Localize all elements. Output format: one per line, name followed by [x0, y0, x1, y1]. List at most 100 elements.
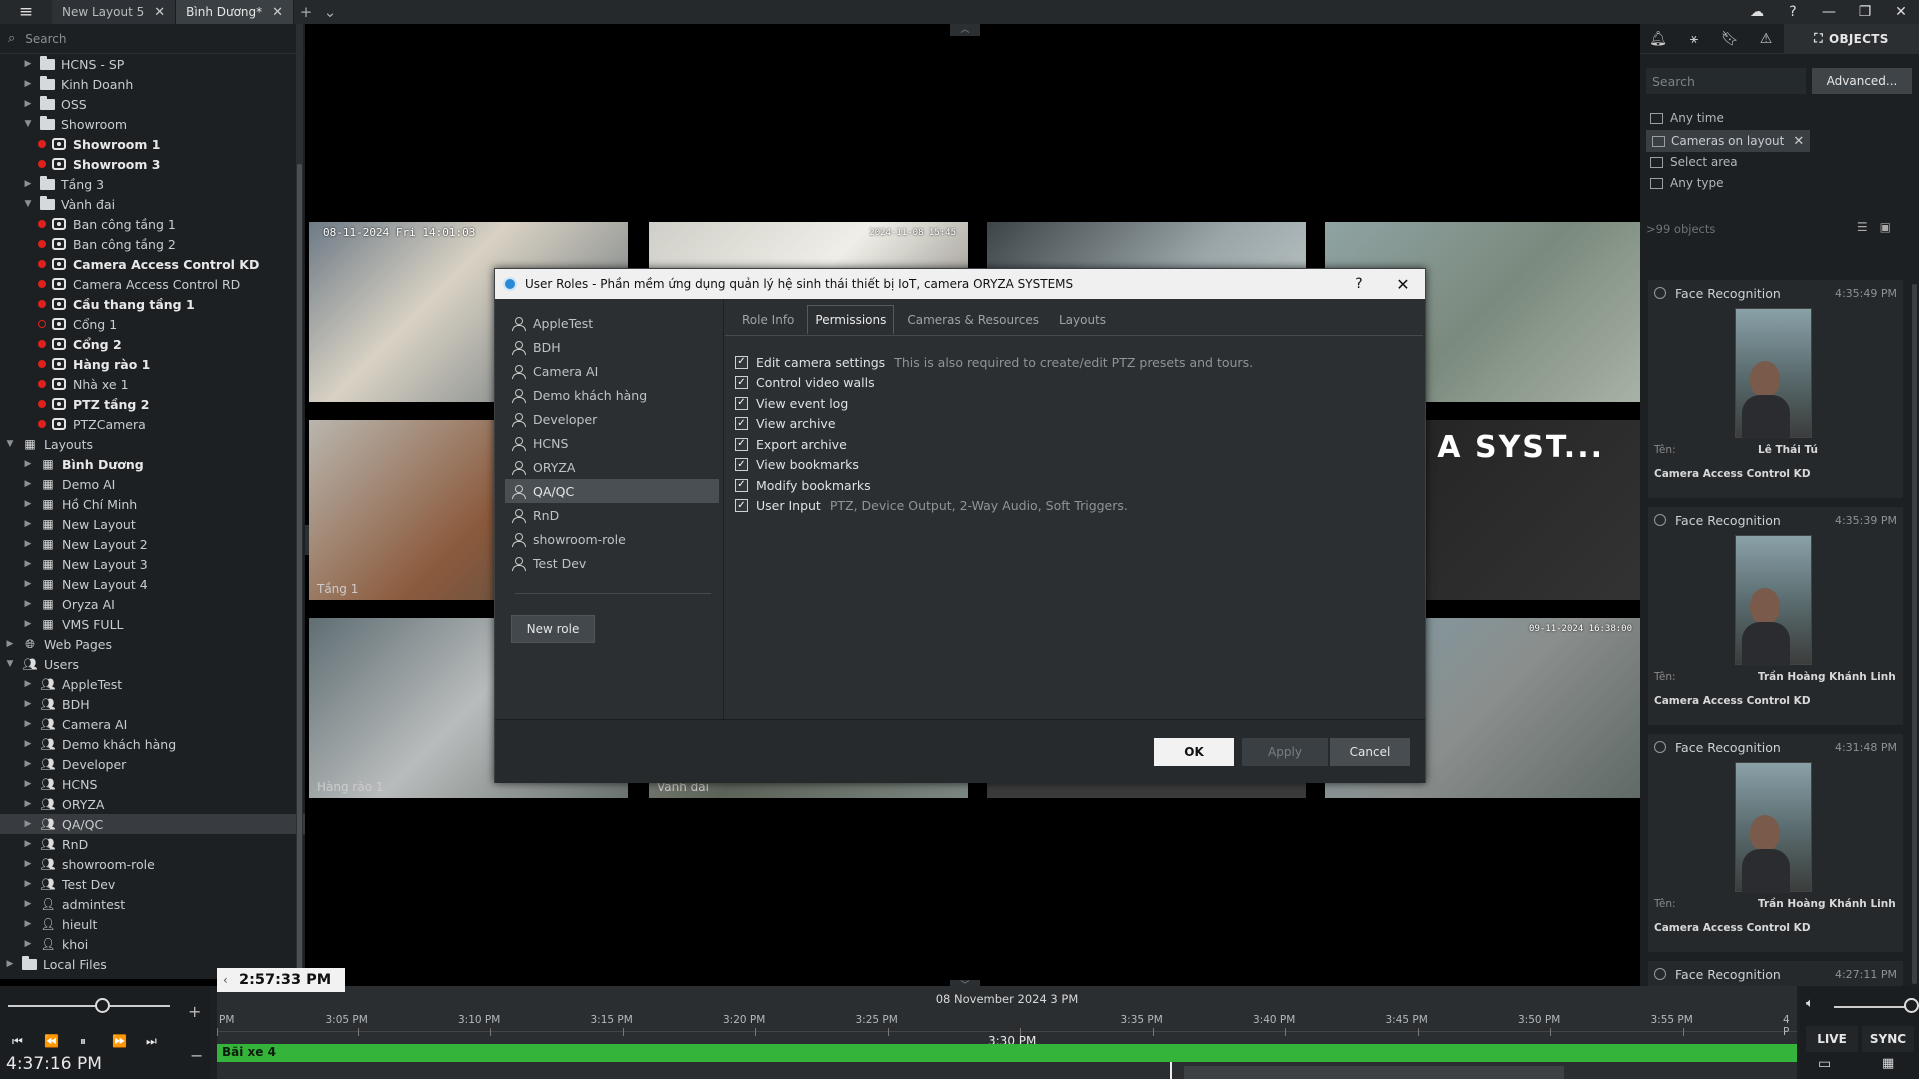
chevron-right-icon[interactable]: ▶ [22, 619, 34, 629]
role-item[interactable]: AppleTest [505, 311, 719, 335]
close-tab-icon[interactable]: ✕ [154, 5, 165, 20]
minimize-icon[interactable]: — [1811, 0, 1847, 24]
chevron-right-icon[interactable]: ▶ [22, 819, 34, 829]
role-item[interactable]: ORYZA [505, 455, 719, 479]
remove-filter-icon[interactable]: ✕ [1793, 134, 1804, 149]
role-item[interactable]: Demo khách hàng [505, 383, 719, 407]
tree-item[interactable]: ▶ ▦ Bình Dương [0, 454, 305, 474]
close-tab-icon[interactable]: ✕ [272, 5, 283, 20]
tab-binh-duong[interactable]: Bình Dương* ✕ [176, 0, 295, 24]
filter-select-area[interactable]: Select area [1650, 152, 1738, 172]
collapse-top-icon[interactable]: ︿ [950, 24, 980, 36]
speed-slider[interactable] [8, 1005, 170, 1007]
role-item[interactable]: BDH [505, 335, 719, 359]
fast-forward-icon[interactable]: ⏩ [112, 1034, 127, 1048]
chevron-down-icon[interactable]: ▼ [4, 439, 16, 449]
timeline-scrollbar[interactable] [1184, 1066, 1564, 1079]
new-role-button[interactable]: New role [511, 615, 595, 643]
chevron-right-icon[interactable]: ▶ [22, 539, 34, 549]
tree-item[interactable]: ▼ Showroom [0, 114, 305, 134]
speaker-icon[interactable]: 🔈︎ [1806, 996, 1814, 1011]
permission-checkbox[interactable]: ✓ [735, 499, 748, 512]
chevron-down-icon[interactable]: ▼ [4, 659, 16, 669]
thumbnails-icon[interactable]: ▭ [1818, 1056, 1831, 1072]
skip-end-icon[interactable]: ⏭ [146, 1034, 157, 1049]
tree-item[interactable]: ▶ 👥︎ AppleTest [0, 674, 305, 694]
tree-item[interactable]: ▶ ▦ Demo AI [0, 474, 305, 494]
slider-handle[interactable] [95, 998, 110, 1013]
tree-item[interactable]: PTZ tầng 2 [0, 394, 305, 414]
chevron-right-icon[interactable]: ▶ [22, 459, 34, 469]
chevron-right-icon[interactable]: ▶ [22, 579, 34, 589]
advanced-button[interactable]: Advanced... [1812, 68, 1912, 94]
chevron-right-icon[interactable]: ▶ [22, 479, 34, 489]
chevron-right-icon[interactable]: ▶ [22, 879, 34, 889]
zoom-out-icon[interactable]: − [190, 1046, 203, 1065]
resource-search[interactable]: ⌕ Search [0, 24, 305, 54]
tree-item[interactable]: Ban công tầng 2 [0, 234, 305, 254]
tree-item[interactable]: ▶ Tầng 3 [0, 174, 305, 194]
chevron-right-icon[interactable]: ▶ [22, 859, 34, 869]
tree-item[interactable]: ▶ ▦ New Layout 2 [0, 534, 305, 554]
ok-button[interactable]: OK [1154, 738, 1234, 766]
tree-item[interactable]: ▼ ▦ Layouts [0, 434, 305, 454]
tree-item[interactable]: ▶ Kinh Doanh [0, 74, 305, 94]
tree-item[interactable]: ▶ 👥︎ ORYZA [0, 794, 305, 814]
pause-icon[interactable]: ⏸ [80, 1034, 86, 1049]
tree-item[interactable]: ▶ ▦ Hồ Chí Minh [0, 494, 305, 514]
scrollbar-thumb[interactable] [297, 164, 302, 974]
chevron-right-icon[interactable]: ▶ [22, 679, 34, 689]
sync-button[interactable]: SYNC [1862, 1026, 1914, 1052]
timeline-cursor[interactable] [1170, 1062, 1172, 1079]
search-input[interactable]: Search [25, 32, 66, 46]
bookmark-icon[interactable]: 🔖︎ [1712, 24, 1748, 53]
tree-item[interactable]: ▶ 👥︎ showroom-role [0, 854, 305, 874]
tree-item[interactable]: ▶ OSS [0, 94, 305, 114]
role-item[interactable]: RnD [505, 503, 719, 527]
objects-search-input[interactable]: Search [1646, 68, 1806, 94]
rewind-icon[interactable]: ⏪ [44, 1034, 59, 1048]
tree-item[interactable]: ▶ 👤︎ khoi [0, 934, 305, 954]
tree-item[interactable]: ▶ 👤︎ admintest [0, 894, 305, 914]
tree-item[interactable]: Ban công tầng 1 [0, 214, 305, 234]
chevron-right-icon[interactable]: ▶ [22, 599, 34, 609]
face-thumbnail[interactable] [1735, 308, 1812, 439]
tree-item[interactable]: Cầu thang tầng 1 [0, 294, 305, 314]
tree-item[interactable]: ▶ 👥︎ Test Dev [0, 874, 305, 894]
tree-item[interactable]: Showroom 3 [0, 154, 305, 174]
chevron-right-icon[interactable]: ▶ [22, 179, 34, 189]
tree-item[interactable]: Cổng 2 [0, 334, 305, 354]
tab-cameras-resources[interactable]: Cameras & Resources [900, 305, 1046, 335]
chevron-right-icon[interactable]: ▶ [22, 519, 34, 529]
chevron-right-icon[interactable]: ▶ [22, 559, 34, 569]
tab-new-layout-5[interactable]: New Layout 5 ✕ [52, 0, 177, 24]
timeline-track-area[interactable]: 08 November 2024 3 PM PM 3:05 PM 3:10 PM 3:… [217, 986, 1816, 1079]
chevron-right-icon[interactable]: ▶ [22, 719, 34, 729]
tree-item[interactable]: ▶ ▦ New Layout [0, 514, 305, 534]
event-card[interactable]: Face Recognition 4:35:39 PM Tên: Trần Hoàng… [1648, 507, 1903, 725]
chevron-down-icon[interactable]: ⌄ [318, 0, 342, 24]
filter-any-type[interactable]: Any type [1650, 173, 1724, 193]
filter-any-time[interactable]: Any time [1650, 108, 1724, 128]
permission-checkbox[interactable]: ✓ [735, 417, 748, 430]
chevron-right-icon[interactable]: ▶ [22, 799, 34, 809]
events-scrollbar[interactable] [1912, 284, 1917, 984]
tree-item[interactable]: ▶ 👥︎ Camera AI [0, 714, 305, 734]
close-icon[interactable]: ✕ [1381, 275, 1425, 294]
tree-item[interactable]: Showroom 1 [0, 134, 305, 154]
chevron-right-icon[interactable]: ▶ [22, 759, 34, 769]
tree-item[interactable]: ▶ HCNS - SP [0, 54, 305, 74]
help-icon[interactable]: ? [1337, 276, 1381, 292]
chevron-right-icon[interactable]: ▶ [4, 959, 16, 969]
cancel-button[interactable]: Cancel [1330, 738, 1410, 766]
event-card[interactable]: Face Recognition 4:31:48 PM Tên: Trần Hoàng… [1648, 734, 1903, 952]
tree-item[interactable]: ▶ 👥︎ HCNS [0, 774, 305, 794]
main-menu-icon[interactable]: ≡ [0, 0, 52, 24]
tree-item[interactable]: Cổng 1 [0, 314, 305, 334]
bell-icon[interactable]: 🔔︎ [1640, 24, 1676, 53]
role-item[interactable]: QA/QC [505, 479, 719, 503]
role-item[interactable]: Developer [505, 407, 719, 431]
tree-item[interactable]: ▶ 🌐︎ Web Pages [0, 634, 305, 654]
chevron-right-icon[interactable]: ▶ [22, 699, 34, 709]
chevron-right-icon[interactable]: ▶ [22, 499, 34, 509]
